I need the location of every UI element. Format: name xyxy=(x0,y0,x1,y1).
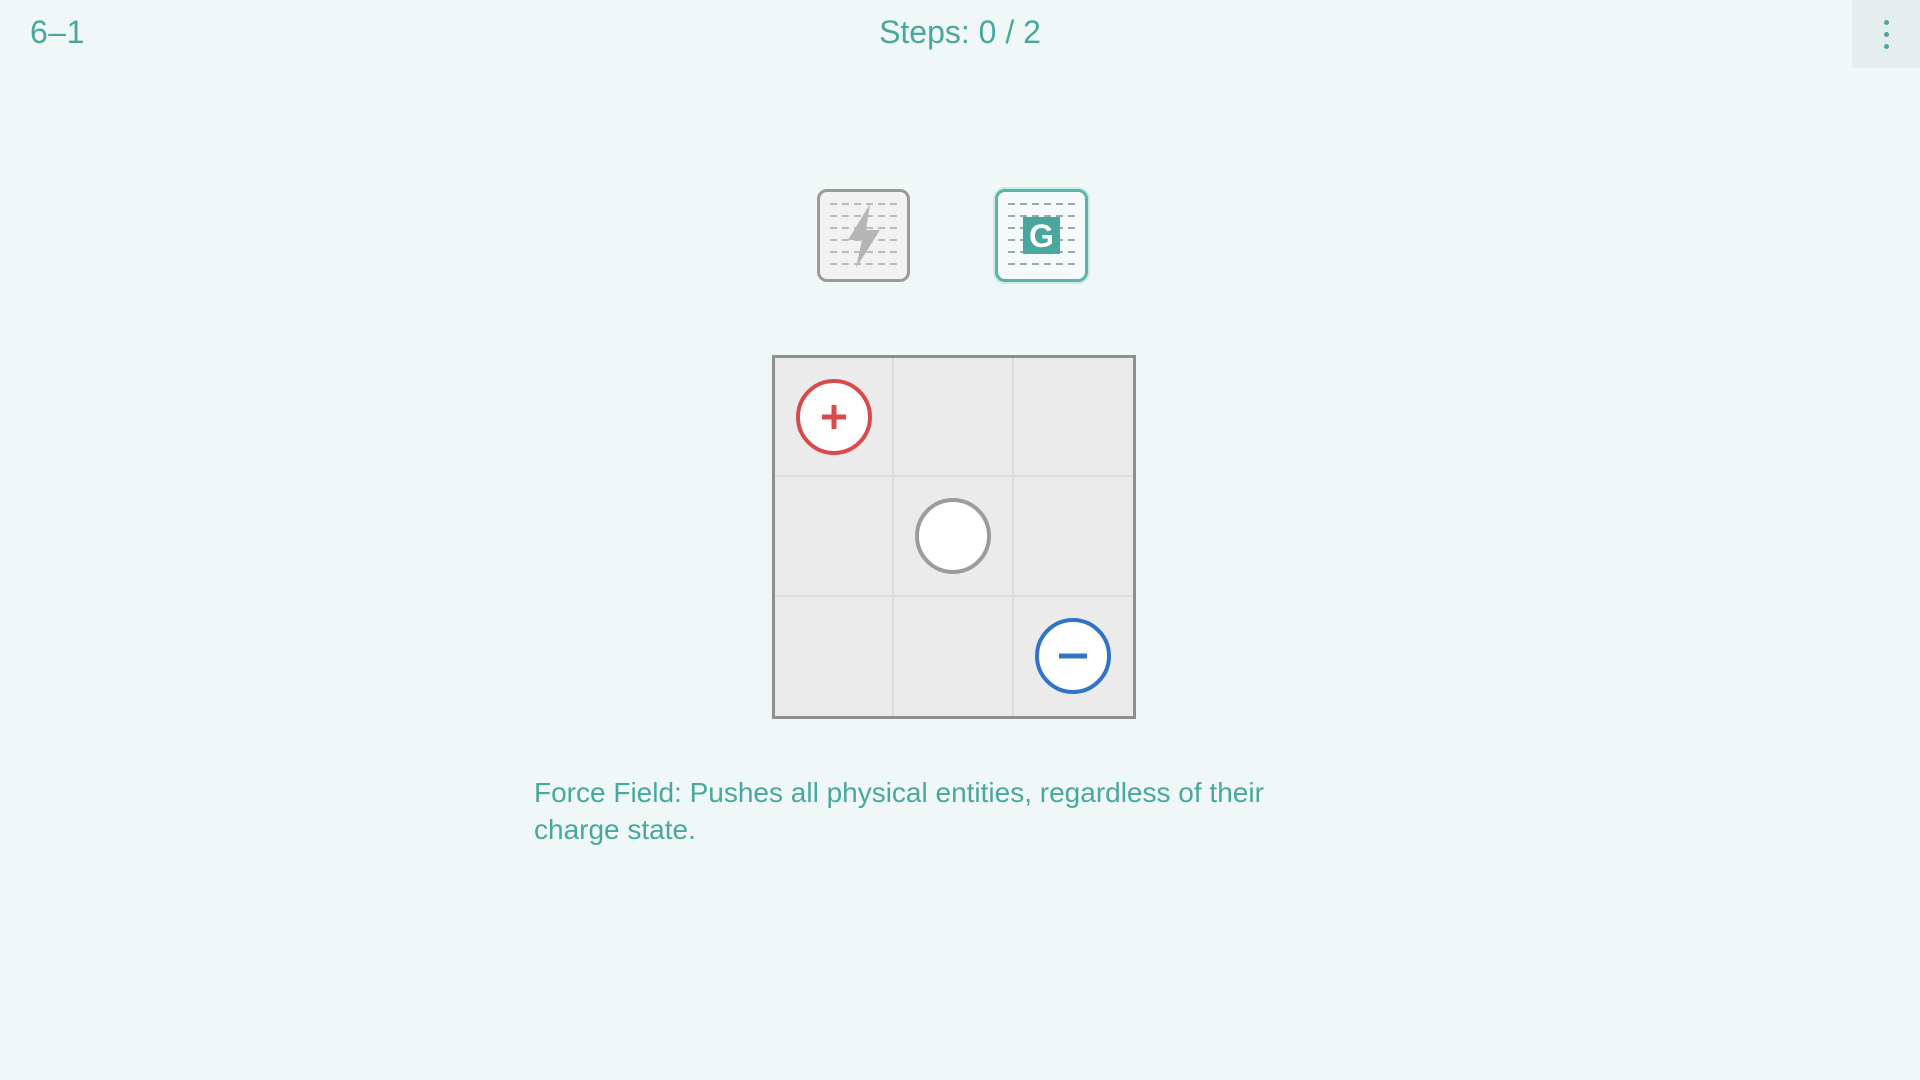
game-board xyxy=(772,355,1136,719)
lightning-icon xyxy=(830,203,898,268)
neutral-icon xyxy=(919,502,987,570)
board-cell[interactable] xyxy=(775,477,895,597)
steps-counter: Steps: 0 / 2 xyxy=(0,14,1920,51)
plus-icon xyxy=(821,404,846,429)
board-cell[interactable] xyxy=(775,358,895,478)
positive-charge-piece[interactable] xyxy=(795,378,872,455)
game-screen: 6–1 Steps: 0 / 2 G Force Field: Pushes a… xyxy=(0,0,1920,1080)
tool-lightning[interactable] xyxy=(817,189,910,282)
board-cell[interactable] xyxy=(775,596,895,716)
board-cell[interactable] xyxy=(894,358,1014,478)
gravity-g-icon: G xyxy=(1008,203,1076,265)
board-cell[interactable] xyxy=(1013,358,1133,478)
minus-icon xyxy=(1059,653,1088,659)
tool-gravity[interactable]: G xyxy=(995,189,1088,282)
board-cell[interactable] xyxy=(894,596,1014,716)
neutral-charge-piece[interactable] xyxy=(914,497,991,574)
board-cell[interactable] xyxy=(894,477,1014,597)
more-vertical-icon xyxy=(1883,19,1889,49)
steps-text: Steps: 0 / 2 xyxy=(879,14,1041,50)
negative-charge-piece[interactable] xyxy=(1035,618,1112,695)
tool-description: Force Field: Pushes all physical entitie… xyxy=(534,777,1264,845)
board-cell[interactable] xyxy=(1013,477,1133,597)
gravity-letter: G xyxy=(1029,218,1054,254)
board-cell[interactable] xyxy=(1014,597,1133,716)
menu-button[interactable] xyxy=(1852,0,1920,68)
